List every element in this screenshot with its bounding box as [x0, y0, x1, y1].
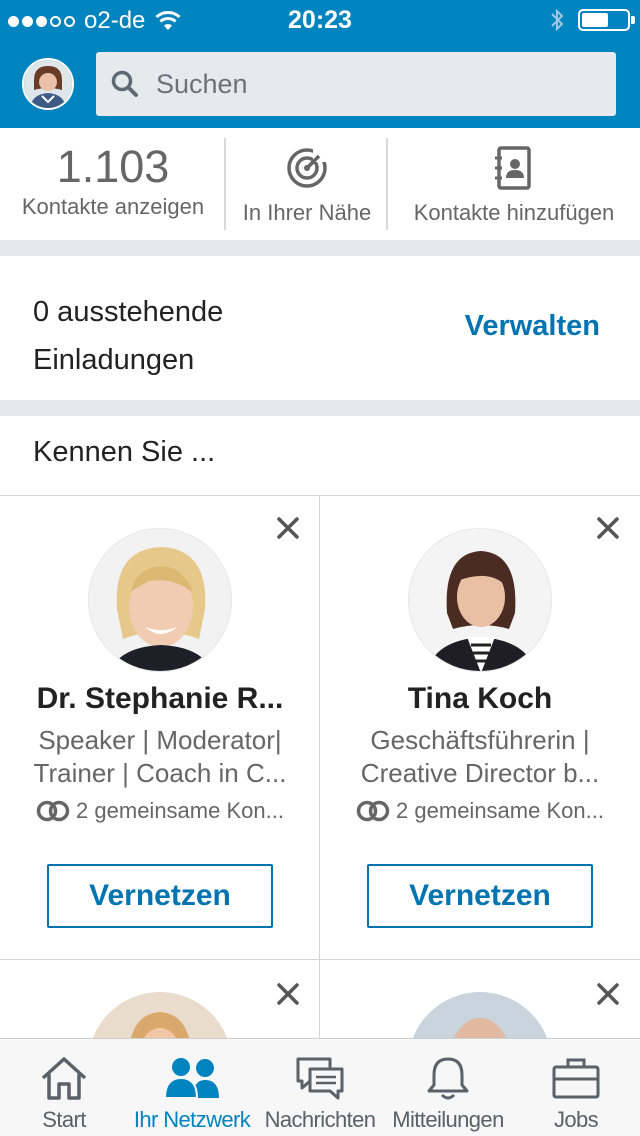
mutual-connections-icon [356, 800, 390, 822]
manage-invitations-link[interactable]: Verwalten [465, 310, 600, 343]
bluetooth-icon [551, 8, 564, 32]
connect-button[interactable]: Vernetzen [367, 864, 593, 928]
section-separator [0, 400, 640, 416]
profile-headline: Speaker | Moderator| Trainer | Coach in … [18, 724, 302, 790]
avatar-photo [24, 60, 72, 108]
headline-line: Speaker | Moderator| [38, 725, 282, 755]
profile-photo[interactable] [408, 528, 552, 672]
profile-photo[interactable] [88, 528, 232, 672]
tab-label: Jobs [553, 1107, 599, 1132]
add-contacts-label: Kontakte hinzufügen [413, 200, 615, 225]
nearby-button[interactable]: In Ihrer Nähe [226, 128, 388, 240]
profile-photo-image [89, 529, 231, 671]
mutual-connections-text: 2 gemeinsame Kon... [76, 798, 284, 823]
search-box[interactable] [96, 52, 616, 116]
battery-icon [578, 9, 635, 31]
tab-label: Nachrichten [264, 1107, 376, 1132]
nearby-label: In Ihrer Nähe [242, 200, 372, 225]
suggestion-card[interactable]: Dr. Stephanie R... Speaker | Moderator| … [0, 496, 320, 960]
tab-notifications[interactable]: Mitteilungen [384, 1039, 512, 1136]
profile-name[interactable]: Tina Koch [320, 682, 640, 716]
dismiss-icon[interactable] [594, 980, 622, 1008]
tab-jobs[interactable]: Jobs [512, 1039, 640, 1136]
headline-line: Creative Director b... [360, 758, 600, 788]
network-actions: 1.103 Kontakte anzeigen In Ihrer Nähe Ko… [0, 128, 640, 240]
tab-start[interactable]: Start [0, 1039, 128, 1136]
dismiss-icon[interactable] [274, 980, 302, 1008]
add-contacts-button[interactable]: Kontakte hinzufügen [388, 128, 640, 240]
bell-icon [427, 1057, 469, 1100]
headline-line: Geschäftsführerin | [370, 725, 590, 755]
mutual-connections-text: 2 gemeinsame Kon... [396, 798, 604, 823]
app-header: o2-de 20:23 [0, 0, 640, 128]
suggestions-title: Kennen Sie ... [33, 436, 216, 468]
profile-headline: Geschäftsführerin | Creative Director b.… [338, 724, 622, 790]
address-book-icon [495, 146, 531, 190]
radar-icon [287, 148, 327, 188]
mutual-connections-icon [36, 800, 70, 822]
briefcase-icon [552, 1058, 600, 1099]
status-bar: o2-de 20:23 [0, 0, 640, 40]
messages-icon [296, 1057, 344, 1100]
suggestion-card[interactable]: Tina Koch Geschäftsführerin | Creative D… [320, 496, 640, 960]
dismiss-icon[interactable] [274, 514, 302, 542]
contacts-count: 1.103 [56, 141, 170, 192]
headline-line: Trainer | Coach in C... [33, 758, 287, 788]
tab-label: Start [42, 1107, 86, 1132]
view-contacts-button[interactable]: 1.103 Kontakte anzeigen [0, 128, 226, 240]
pending-invitations-text: 0 ausstehende Einladungen [33, 296, 224, 376]
people-icon [163, 1056, 219, 1099]
connect-button[interactable]: Vernetzen [47, 864, 273, 928]
tab-messages[interactable]: Nachrichten [256, 1039, 384, 1136]
my-avatar[interactable] [22, 58, 74, 110]
tab-label: Mitteilungen [392, 1107, 504, 1132]
section-separator [0, 240, 640, 256]
search-input[interactable] [156, 52, 596, 116]
status-right [550, 8, 635, 32]
status-time: 20:23 [288, 6, 352, 34]
home-icon [41, 1057, 87, 1100]
mutual-connections: 2 gemeinsame Kon... [338, 798, 622, 824]
pending-invitations: 0 ausstehende Einladungen Verwalten [0, 256, 640, 400]
tab-network[interactable]: Ihr Netzwerk [128, 1039, 256, 1136]
tab-label: Ihr Netzwerk [133, 1107, 251, 1132]
profile-photo-image [409, 529, 551, 671]
dismiss-icon[interactable] [594, 514, 622, 542]
mutual-connections: 2 gemeinsame Kon... [18, 798, 302, 824]
profile-name[interactable]: Dr. Stephanie R... [0, 682, 320, 716]
tab-bar: Start Ihr Netzwerk Nachrichten Mitteilun… [0, 1038, 640, 1136]
search-icon [111, 70, 138, 97]
view-contacts-label: Kontakte anzeigen [21, 194, 205, 219]
